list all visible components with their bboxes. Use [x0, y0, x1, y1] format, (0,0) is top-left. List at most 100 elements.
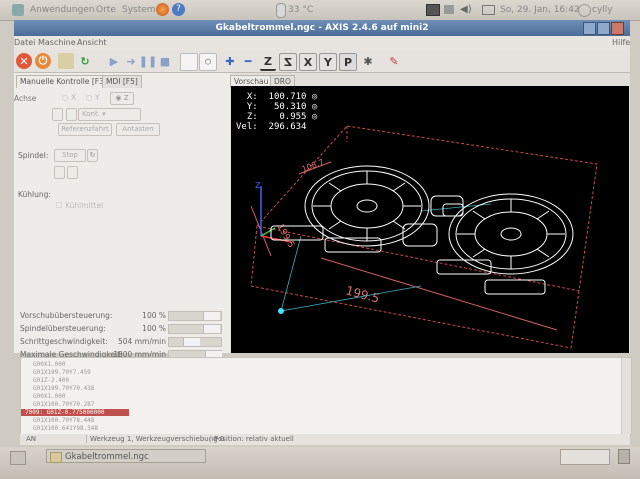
drum-left — [304, 165, 430, 247]
optional-stop-icon[interactable]: ⬡ — [199, 53, 217, 71]
reload-icon[interactable]: ↻ — [77, 53, 93, 69]
gcode-line-active[interactable]: 7009: G01Z-0.775000000 — [21, 409, 129, 416]
feed-override-label: Vorschubübersteuerung: — [20, 311, 113, 320]
rapid-moves — [280, 203, 492, 312]
top-panel: Anwendungen Orte System ? 33 °C ◀) So, 2… — [0, 0, 640, 21]
gcode-line[interactable]: G00X1.000 — [33, 361, 66, 368]
zoom-in-icon[interactable]: ✚ — [222, 53, 238, 69]
clear-plot-icon[interactable]: ✎ — [386, 53, 402, 69]
jog-plus-button[interactable] — [66, 108, 77, 121]
volume-icon[interactable]: ◀) — [460, 4, 472, 15]
bottom-panel: Gkabeltrommel.ngc — [0, 447, 640, 479]
power-icon[interactable]: ⏻ — [35, 53, 51, 69]
home-button[interactable]: Referenzfahrt — [58, 123, 112, 136]
gcode-listing[interactable]: G00X1.000 G01X199.70Y7.459 G01Z-2.400 G01X1… — [20, 357, 632, 435]
system-menu[interactable]: System — [122, 5, 156, 15]
close-button[interactable] — [611, 22, 624, 35]
axis-x-radio[interactable]: ○ X — [62, 93, 76, 102]
places-menu[interactable]: Orte — [96, 5, 116, 15]
machine-state: AN — [26, 435, 37, 443]
gcode-line[interactable]: G01X100.70Y78.448 — [33, 417, 94, 424]
view-z-button[interactable]: Z — [260, 53, 276, 71]
touch-off-button[interactable]: Antasten — [116, 123, 160, 136]
view-p-button[interactable]: P — [339, 53, 357, 71]
spindle-cw-icon[interactable]: ↻ — [87, 149, 98, 162]
view-z-rotated-button[interactable]: Z — [279, 53, 297, 71]
firefox-icon[interactable] — [156, 3, 169, 16]
coolant-checkbox[interactable]: ☐ Kühlmittel — [56, 201, 103, 210]
dimension-height: 108.7 — [301, 158, 326, 174]
feed-override-handle[interactable] — [203, 312, 220, 320]
menu-bar: Datei Maschine Ansicht Hilfe — [14, 36, 630, 51]
show-desktop-icon[interactable] — [10, 451, 26, 465]
block-delete-icon[interactable] — [180, 53, 198, 71]
rotate-view-icon[interactable]: ✱ — [360, 53, 376, 69]
menu-view[interactable]: Ansicht — [77, 38, 107, 47]
jog-speed-value: 504 mm/min — [118, 337, 166, 346]
step-icon[interactable]: ➔ — [123, 53, 139, 69]
gcode-line[interactable]: G00X1.000 — [33, 393, 66, 400]
temperature-readout: 33 °C — [288, 5, 314, 15]
gcode-line[interactable]: G01X100.641Y98.348 — [33, 425, 98, 432]
gcode-line[interactable]: G01X199.70Y7.459 — [33, 369, 91, 376]
position-readout: X: 100.710 ◎ Y: 50.310 ◎ Z: 0.955 ◎ Vel:… — [236, 92, 317, 132]
window-titlebar[interactable]: Gkabeltrommel.ngc - AXIS 2.4.6 auf mini2 — [14, 20, 630, 36]
menu-machine[interactable]: Maschine — [38, 38, 76, 47]
dro-x: X: 100.710 ◎ — [246, 92, 318, 102]
minimize-button[interactable] — [583, 22, 596, 35]
tab-manual-control[interactable]: Manuelle Kontrolle [F3] — [16, 75, 111, 88]
maximize-button[interactable] — [597, 22, 610, 35]
toolbar: ✕ ⏻ ↻ ▶ ➔ ❚❚ ■ ⬡ ✚ ━ Z Z X Y P ✱ ✎ — [14, 50, 630, 73]
zoom-out-icon[interactable]: ━ — [240, 53, 256, 69]
window-title: Gkabeltrommel.ngc - AXIS 2.4.6 auf mini2 — [215, 23, 429, 33]
spindle-override-handle[interactable] — [203, 325, 220, 333]
axis-y-radio[interactable]: ○ Y — [86, 93, 100, 102]
taskbar-item-axis[interactable]: Gkabeltrommel.ngc — [46, 449, 206, 463]
gcode-line[interactable]: G01Z-2.400 — [33, 377, 69, 384]
tab-mdi[interactable]: MDI [F5] — [102, 75, 142, 88]
jog-speed-handle[interactable] — [183, 338, 200, 346]
help-icon[interactable]: ? — [172, 3, 185, 16]
monitor-icon[interactable] — [426, 4, 440, 16]
clock[interactable]: So, 29. Jan, 16:42 — [500, 5, 580, 15]
open-file-icon[interactable] — [58, 53, 74, 69]
view-y-button[interactable]: Y — [319, 53, 337, 71]
spindle-stop-button[interactable]: Stop — [54, 149, 86, 162]
jog-speed-label: Schrittgeschwindigkeit: — [20, 337, 108, 346]
apps-icon[interactable] — [12, 4, 24, 16]
status-bar: AN Werkzeug 1, Werkzeugverschiebung 0 Po… — [20, 434, 630, 445]
gcode-line[interactable]: G01X100.70Y70.287 — [33, 401, 94, 408]
run-icon[interactable]: ▶ — [106, 53, 122, 69]
user-name[interactable]: cylly — [592, 5, 613, 15]
feed-override-slider[interactable] — [168, 311, 222, 321]
dimension-width: 199.5 — [344, 283, 381, 305]
jog-speed-slider[interactable] — [168, 337, 222, 347]
pause-icon[interactable]: ❚❚ — [139, 53, 157, 69]
axis-label: Achse — [14, 94, 37, 103]
gcode-line[interactable]: G01X199.70Y70.438 — [33, 385, 94, 392]
view-x-button[interactable]: X — [299, 53, 317, 71]
estop-icon[interactable]: ✕ — [16, 53, 32, 69]
svg-text:Z: Z — [255, 181, 261, 190]
menu-help[interactable]: Hilfe — [612, 38, 630, 47]
workspace-switcher[interactable] — [560, 449, 610, 465]
spindle-override-value: 100 % — [142, 324, 166, 333]
trash-icon[interactable] — [618, 449, 630, 464]
gcode-scrollbar[interactable] — [621, 358, 631, 434]
temperature-icon — [276, 3, 286, 18]
spindle-override-slider[interactable] — [168, 324, 222, 334]
mail-icon[interactable] — [482, 5, 495, 15]
menu-file[interactable]: Datei — [14, 38, 35, 47]
homed-icon: ◎ — [306, 102, 318, 112]
jog-increment-select[interactable]: Kont. ▾ — [78, 108, 141, 121]
jog-minus-button[interactable] — [52, 108, 63, 121]
spindle-slower-button[interactable] — [54, 166, 65, 179]
spindle-faster-button[interactable] — [67, 166, 78, 179]
dimension-depth: 199.5 — [274, 223, 296, 250]
axis-z-radio[interactable]: ◉ Z — [110, 92, 134, 105]
applications-menu[interactable]: Anwendungen — [30, 5, 95, 15]
stop-icon[interactable]: ■ — [157, 53, 173, 69]
network-icon[interactable] — [444, 5, 454, 14]
machine-bounds — [250, 125, 598, 349]
user-icon[interactable] — [578, 4, 591, 17]
